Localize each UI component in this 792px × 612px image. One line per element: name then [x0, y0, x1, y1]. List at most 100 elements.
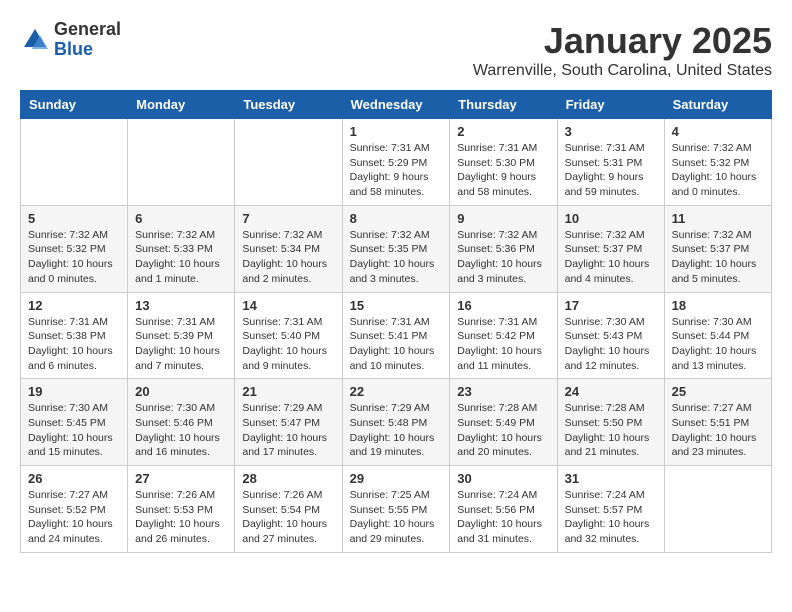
day-number: 2 [457, 124, 549, 139]
calendar-table: SundayMondayTuesdayWednesdayThursdayFrid… [20, 90, 772, 553]
calendar-cell: 24 Sunrise: 7:28 AMSunset: 5:50 PMDayligh… [557, 379, 664, 466]
day-number: 3 [565, 124, 657, 139]
logo-blue-text: Blue [54, 40, 121, 60]
day-number: 14 [242, 298, 334, 313]
calendar-cell: 30 Sunrise: 7:24 AMSunset: 5:56 PMDayligh… [450, 466, 557, 553]
day-info: Sunrise: 7:30 AMSunset: 5:44 PMDaylight:… [672, 315, 764, 374]
day-info: Sunrise: 7:30 AMSunset: 5:43 PMDaylight:… [565, 315, 657, 374]
day-number: 18 [672, 298, 764, 313]
weekday-header-friday: Friday [557, 91, 664, 119]
calendar-cell: 22 Sunrise: 7:29 AMSunset: 5:48 PMDayligh… [342, 379, 450, 466]
logo: General Blue [20, 20, 121, 60]
day-info: Sunrise: 7:29 AMSunset: 5:48 PMDaylight:… [350, 401, 443, 460]
day-number: 13 [135, 298, 227, 313]
day-number: 22 [350, 384, 443, 399]
day-info: Sunrise: 7:32 AMSunset: 5:35 PMDaylight:… [350, 228, 443, 287]
page-header: General Blue January 2025 Warrenville, S… [20, 20, 772, 80]
calendar-cell: 8 Sunrise: 7:32 AMSunset: 5:35 PMDaylight… [342, 205, 450, 292]
day-info: Sunrise: 7:28 AMSunset: 5:49 PMDaylight:… [457, 401, 549, 460]
weekday-header-thursday: Thursday [450, 91, 557, 119]
day-number: 7 [242, 211, 334, 226]
day-number: 23 [457, 384, 549, 399]
day-number: 20 [135, 384, 227, 399]
day-info: Sunrise: 7:32 AMSunset: 5:34 PMDaylight:… [242, 228, 334, 287]
day-number: 25 [672, 384, 764, 399]
calendar-week-row: 19 Sunrise: 7:30 AMSunset: 5:45 PMDayligh… [21, 379, 772, 466]
calendar-week-row: 5 Sunrise: 7:32 AMSunset: 5:32 PMDaylight… [21, 205, 772, 292]
day-number: 4 [672, 124, 764, 139]
logo-general-text: General [54, 20, 121, 40]
calendar-cell: 2 Sunrise: 7:31 AMSunset: 5:30 PMDaylight… [450, 119, 557, 206]
day-info: Sunrise: 7:32 AMSunset: 5:37 PMDaylight:… [672, 228, 764, 287]
title-block: January 2025 Warrenville, South Carolina… [473, 20, 772, 80]
calendar-cell [128, 119, 235, 206]
day-info: Sunrise: 7:28 AMSunset: 5:50 PMDaylight:… [565, 401, 657, 460]
calendar-cell: 17 Sunrise: 7:30 AMSunset: 5:43 PMDayligh… [557, 292, 664, 379]
month-title: January 2025 [473, 20, 772, 62]
day-number: 28 [242, 471, 334, 486]
day-number: 5 [28, 211, 120, 226]
calendar-cell: 25 Sunrise: 7:27 AMSunset: 5:51 PMDayligh… [664, 379, 771, 466]
weekday-header-saturday: Saturday [664, 91, 771, 119]
day-info: Sunrise: 7:31 AMSunset: 5:41 PMDaylight:… [350, 315, 443, 374]
day-number: 12 [28, 298, 120, 313]
day-info: Sunrise: 7:32 AMSunset: 5:32 PMDaylight:… [672, 141, 764, 200]
weekday-header-monday: Monday [128, 91, 235, 119]
day-info: Sunrise: 7:24 AMSunset: 5:57 PMDaylight:… [565, 488, 657, 547]
day-number: 10 [565, 211, 657, 226]
calendar-cell: 3 Sunrise: 7:31 AMSunset: 5:31 PMDaylight… [557, 119, 664, 206]
day-number: 8 [350, 211, 443, 226]
day-number: 16 [457, 298, 549, 313]
calendar-cell: 19 Sunrise: 7:30 AMSunset: 5:45 PMDayligh… [21, 379, 128, 466]
day-info: Sunrise: 7:32 AMSunset: 5:32 PMDaylight:… [28, 228, 120, 287]
day-info: Sunrise: 7:32 AMSunset: 5:37 PMDaylight:… [565, 228, 657, 287]
day-info: Sunrise: 7:25 AMSunset: 5:55 PMDaylight:… [350, 488, 443, 547]
day-info: Sunrise: 7:26 AMSunset: 5:54 PMDaylight:… [242, 488, 334, 547]
calendar-cell: 14 Sunrise: 7:31 AMSunset: 5:40 PMDayligh… [235, 292, 342, 379]
calendar-cell: 16 Sunrise: 7:31 AMSunset: 5:42 PMDayligh… [450, 292, 557, 379]
day-info: Sunrise: 7:30 AMSunset: 5:45 PMDaylight:… [28, 401, 120, 460]
calendar-cell: 4 Sunrise: 7:32 AMSunset: 5:32 PMDaylight… [664, 119, 771, 206]
calendar-cell [664, 466, 771, 553]
day-info: Sunrise: 7:24 AMSunset: 5:56 PMDaylight:… [457, 488, 549, 547]
calendar-cell: 28 Sunrise: 7:26 AMSunset: 5:54 PMDayligh… [235, 466, 342, 553]
calendar-cell: 31Sunrise: 7:24 AMSunset: 5:57 PMDayligh… [557, 466, 664, 553]
day-info: Sunrise: 7:31 AMSunset: 5:42 PMDaylight:… [457, 315, 549, 374]
day-info: Sunrise: 7:31 AMSunset: 5:29 PMDaylight:… [350, 141, 443, 200]
calendar-cell: 12 Sunrise: 7:31 AMSunset: 5:38 PMDayligh… [21, 292, 128, 379]
day-info: Sunrise: 7:26 AMSunset: 5:53 PMDaylight:… [135, 488, 227, 547]
day-info: Sunrise: 7:31 AMSunset: 5:38 PMDaylight:… [28, 315, 120, 374]
calendar-cell: 15Sunrise: 7:31 AMSunset: 5:41 PMDayligh… [342, 292, 450, 379]
day-info: Sunrise: 7:31 AMSunset: 5:40 PMDaylight:… [242, 315, 334, 374]
calendar-cell: 10 Sunrise: 7:32 AMSunset: 5:37 PMDayligh… [557, 205, 664, 292]
calendar-cell: 26Sunrise: 7:27 AMSunset: 5:52 PMDayligh… [21, 466, 128, 553]
day-number: 6 [135, 211, 227, 226]
calendar-week-row: 12 Sunrise: 7:31 AMSunset: 5:38 PMDayligh… [21, 292, 772, 379]
day-number: 30 [457, 471, 549, 486]
weekday-header-wednesday: Wednesday [342, 91, 450, 119]
calendar-cell: 13 Sunrise: 7:31 AMSunset: 5:39 PMDayligh… [128, 292, 235, 379]
calendar-cell: 9Sunrise: 7:32 AMSunset: 5:36 PMDaylight… [450, 205, 557, 292]
logo-icon [20, 25, 50, 55]
day-info: Sunrise: 7:32 AMSunset: 5:36 PMDaylight:… [457, 228, 549, 287]
calendar-cell: 29 Sunrise: 7:25 AMSunset: 5:55 PMDayligh… [342, 466, 450, 553]
day-info: Sunrise: 7:31 AMSunset: 5:30 PMDaylight:… [457, 141, 549, 200]
day-number: 11 [672, 211, 764, 226]
calendar-cell: 21Sunrise: 7:29 AMSunset: 5:47 PMDayligh… [235, 379, 342, 466]
day-number: 17 [565, 298, 657, 313]
location-subtitle: Warrenville, South Carolina, United Stat… [473, 62, 772, 80]
weekday-header-row: SundayMondayTuesdayWednesdayThursdayFrid… [21, 91, 772, 119]
day-info: Sunrise: 7:31 AMSunset: 5:39 PMDaylight:… [135, 315, 227, 374]
calendar-cell: 27Sunrise: 7:26 AMSunset: 5:53 PMDayligh… [128, 466, 235, 553]
day-info: Sunrise: 7:27 AMSunset: 5:51 PMDaylight:… [672, 401, 764, 460]
day-info: Sunrise: 7:31 AMSunset: 5:31 PMDaylight:… [565, 141, 657, 200]
calendar-week-row: 26Sunrise: 7:27 AMSunset: 5:52 PMDayligh… [21, 466, 772, 553]
calendar-cell: 7 Sunrise: 7:32 AMSunset: 5:34 PMDaylight… [235, 205, 342, 292]
day-number: 19 [28, 384, 120, 399]
day-info: Sunrise: 7:27 AMSunset: 5:52 PMDaylight:… [28, 488, 120, 547]
day-number: 21 [242, 384, 334, 399]
day-number: 29 [350, 471, 443, 486]
day-number: 24 [565, 384, 657, 399]
calendar-cell: 6Sunrise: 7:32 AMSunset: 5:33 PMDaylight… [128, 205, 235, 292]
calendar-week-row: 1Sunrise: 7:31 AMSunset: 5:29 PMDaylight… [21, 119, 772, 206]
